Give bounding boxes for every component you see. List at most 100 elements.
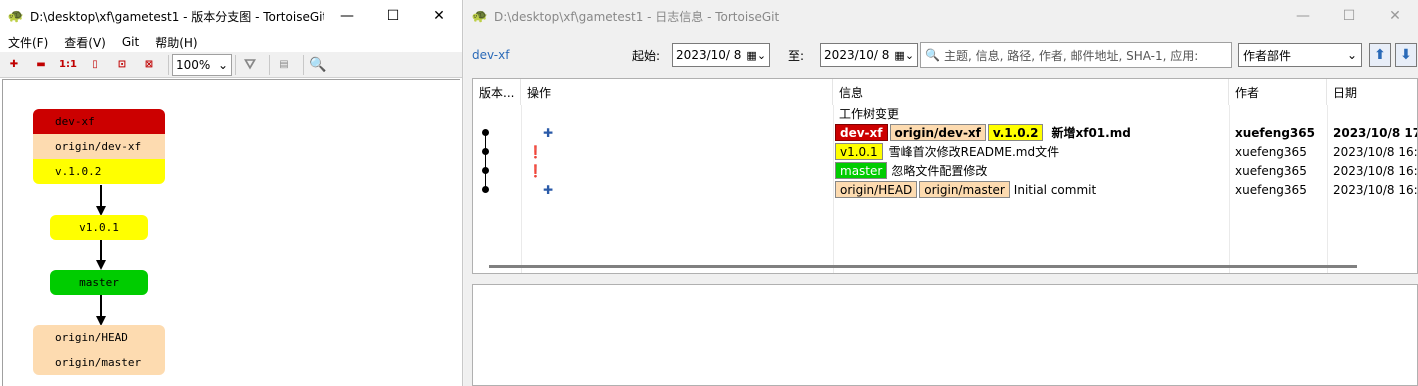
row-message: 忽略文件配置修改 [891,164,988,178]
col-header-action[interactable]: 操作 [521,79,833,105]
graph-node-head[interactable]: dev-xf origin/dev-xf v.1.0.2 [33,109,165,184]
menu-bar: 文件(F) 查看(V) Git 帮助(H) [0,32,462,52]
graph-canvas[interactable]: dev-xf origin/dev-xf v.1.0.2 v1.0.1 mast… [2,79,460,386]
to-date-value: 2023/10/ 8 [824,48,890,62]
ref-tag-dev-xf: dev-xf [835,124,888,141]
fit-height-icon[interactable]: ▯ [84,54,106,76]
table-row[interactable]: 工作树变更 [473,104,1417,123]
row-message: Initial commit [1013,182,1097,197]
calendar-icon: ▦⌄ [894,48,915,62]
search-icon[interactable]: 🔍 [307,54,329,76]
ref-tag-v102: v.1.0.2 [987,124,1044,141]
fit-width-icon[interactable]: ⊠ [138,54,160,76]
col-header-date[interactable]: 日期 [1327,79,1417,105]
graph-node-initial[interactable]: origin/HEAD origin/master [33,325,165,375]
row-date: 2023/10/8 17:2 [1333,125,1417,140]
row-message-cell: origin/HEAD origin/master Initial commit [835,180,1096,199]
graph-ref-origin-master: origin/master [55,356,142,369]
close-button[interactable]: ✕ [416,0,462,32]
to-label: 至: [788,48,805,63]
from-label: 起始: [632,48,661,63]
row-message: 新增xf01.md [1051,126,1131,140]
zoom-select[interactable]: 100% ⌄ [172,53,232,76]
row-date: 2023/10/8 16:18 [1333,163,1418,178]
zoom-one-to-one-button[interactable]: 1:1 [57,54,79,76]
search-placeholder: 主题, 信息, 路径, 作者, 邮件地址, SHA-1, 应用: [943,48,1199,63]
arrow-up-icon[interactable]: ⬆ [1369,43,1391,67]
filter-icon[interactable]: ⛛ [239,54,261,76]
search-input[interactable]: 🔍 主题, 信息, 路径, 作者, 邮件地址, SHA-1, 应用: [920,42,1232,68]
commit-dot-icon [482,167,489,174]
minimize-button[interactable]: — [1280,0,1326,32]
col-header-message[interactable]: 信息 [833,79,1229,105]
row-message-cell: master 忽略文件配置修改 [835,161,987,180]
table-row[interactable]: ❗ v1.0.1 雪峰首次修改README.md文件 xuefeng365 20… [473,142,1418,161]
fit-window-icon[interactable]: ⊡ [111,54,133,76]
col-header-author[interactable]: 作者 [1229,79,1327,105]
arrowhead-icon [96,260,106,270]
to-date-group: 至: 2023/10/ 8 ▦⌄ [788,42,919,68]
horizontal-scrollbar[interactable] [489,265,1357,268]
toolbar-separator [269,54,270,75]
row-message: 雪峰首次修改README.md文件 [888,145,1060,159]
graph-ref-tag-v102: v.1.0.2 [33,159,165,184]
close-button[interactable]: ✕ [1372,0,1418,32]
chevron-down-icon: ⌄ [217,57,228,72]
menu-git[interactable]: Git [114,35,147,49]
ref-origin-head: origin/HEAD [835,181,918,198]
graph-ref-origin-head: origin/HEAD [55,331,128,344]
row-author: xuefeng365 [1235,182,1307,197]
menu-view[interactable]: 查看(V) [56,34,114,51]
ref-tag-master: master [835,162,888,179]
row-date: 2023/10/8 16:04 [1333,182,1418,197]
zoom-in-icon[interactable]: ✚ [3,54,25,76]
search-field-value: 作者部件 [1243,48,1292,63]
from-date-picker[interactable]: 2023/10/ 8 ▦⌄ [672,43,771,67]
row-message: 工作树变更 [839,107,900,121]
to-date-picker[interactable]: 2023/10/ 8 ▦⌄ [820,43,919,67]
overview-icon[interactable]: ▤ [273,54,295,76]
toolbar-separator [303,54,304,75]
row-date: 2023/10/8 16:50 [1333,144,1418,159]
minimize-button[interactable]: — [324,0,370,32]
details-pane[interactable] [472,284,1418,386]
log-table[interactable]: 版本... 操作 信息 作者 日期 工作树变更 ✚ dev-xf origin/… [472,78,1418,274]
table-row[interactable]: ✚ origin/HEAD origin/master Initial comm… [473,180,1418,199]
search-field-select[interactable]: 作者部件 ⌄ [1238,43,1362,67]
menu-file[interactable]: 文件(F) [0,34,56,51]
row-author: xuefeng365 [1235,144,1307,159]
table-row[interactable]: ❗ master 忽略文件配置修改 xuefeng365 2023/10/8 1… [473,161,1418,180]
field-select-group: 作者部件 ⌄ [1238,42,1362,68]
file-modified-icon: ❗ [528,144,543,159]
from-date-group: 起始: 2023/10/ 8 ▦⌄ [632,42,771,68]
col-header-revision[interactable]: 版本... [473,79,521,105]
graph-ref-dev-xf: dev-xf [33,109,165,134]
search-icon: 🔍 [925,48,940,62]
table-row[interactable]: ✚ dev-xf origin/dev-xf v.1.0.2 新增xf01.md… [473,123,1417,142]
row-author: xuefeng365 [1235,125,1315,140]
branch-link[interactable]: dev-xf [472,48,509,62]
graph-toolbar: ✚ ▬ 1:1 ▯ ⊡ ⊠ 100% ⌄ ⛛ ▤ 🔍 [0,52,462,78]
calendar-icon: ▦⌄ [746,48,767,62]
from-date-value: 2023/10/ 8 [676,48,742,62]
menu-help[interactable]: 帮助(H) [147,34,205,51]
maximize-button[interactable]: ☐ [370,0,416,32]
log-window: 🐢 D:\desktop\xf\gametest1 - 日志信息 - Torto… [464,0,1418,386]
graph-node-master[interactable]: master [50,270,148,295]
search-group: 🔍 主题, 信息, 路径, 作者, 邮件地址, SHA-1, 应用: [920,42,1232,68]
graph-node-v101[interactable]: v1.0.1 [50,215,148,240]
row-author: xuefeng365 [1235,163,1307,178]
toolbar-separator [235,54,236,75]
arrow-down-icon[interactable]: ⬇ [1395,43,1417,67]
ref-tag-origin-dev-xf: origin/dev-xf [889,124,986,141]
file-added-icon: ✚ [543,182,554,197]
zoom-value: 100% [176,57,211,72]
window-title: D:\desktop\xf\gametest1 - 版本分支图 - Tortoi… [30,9,324,24]
ref-tag-v101: v1.0.1 [835,143,883,160]
maximize-button[interactable]: ☐ [1326,0,1372,32]
zoom-out-icon[interactable]: ▬ [30,54,52,76]
file-added-icon: ✚ [543,125,554,140]
file-modified-icon: ❗ [528,163,543,178]
commit-dot-icon [482,186,489,193]
window-title: D:\desktop\xf\gametest1 - 日志信息 - Tortois… [494,9,780,24]
